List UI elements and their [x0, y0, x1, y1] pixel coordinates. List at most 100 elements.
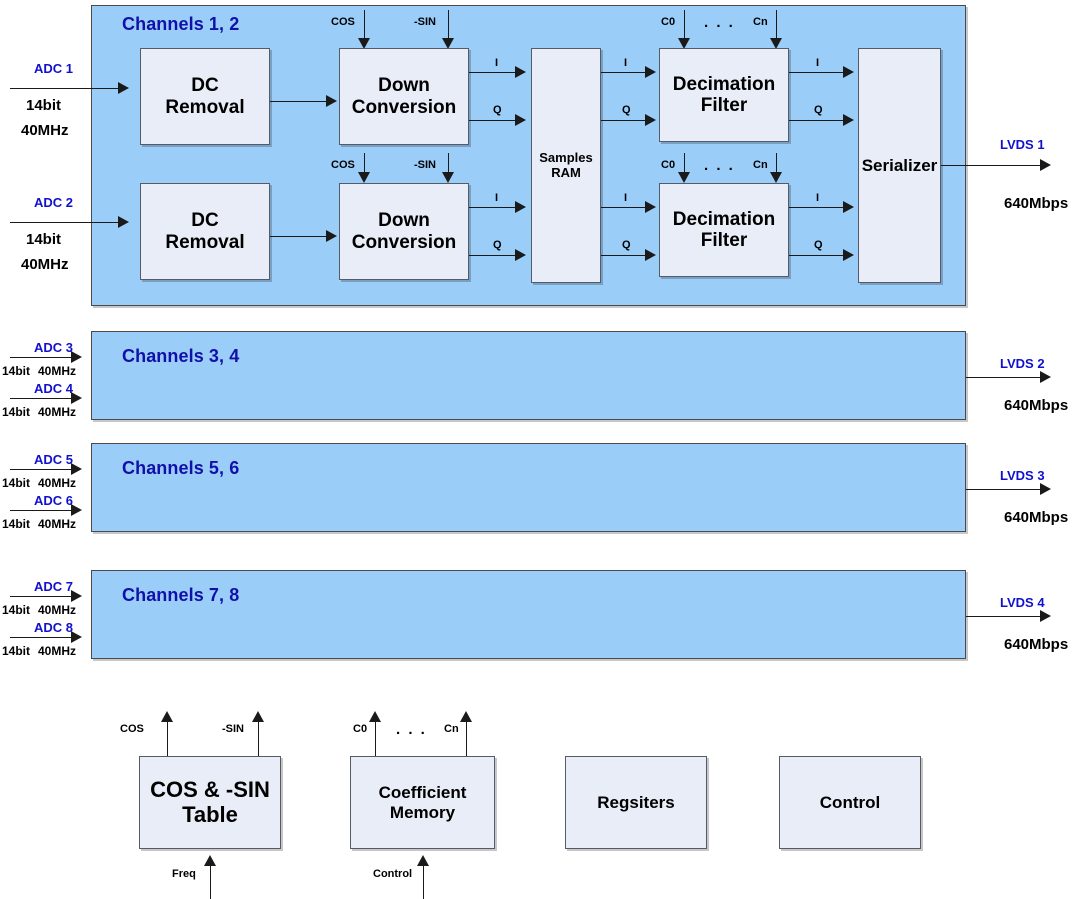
dconv-ch2-q-arrow-icon [515, 249, 526, 261]
adc-3-input-line [10, 357, 73, 358]
dc-removal-ch2-line2: Removal [165, 231, 245, 253]
port-label-adc-6: ADC 6 [34, 493, 74, 508]
coefficient-memory-line2: Memory [389, 802, 456, 822]
signal-label-dots-ch1: . . . [704, 14, 735, 31]
nsin-table-out-line [258, 722, 259, 756]
c0-ch2-arrow-icon [678, 172, 690, 183]
block-dc-removal-ch1: DC Removal [140, 48, 270, 145]
signal-label-c0-ch2: C0 [661, 159, 676, 171]
block-registers: Regsiters [565, 756, 707, 849]
group-title-channels-1-2: Channels 1, 2 [122, 14, 240, 34]
adc-4-rate-label: 40MHz [38, 405, 77, 419]
signal-label-i-dec-ch2-out: I [816, 192, 820, 204]
port-label-adc-4: ADC 4 [34, 381, 74, 396]
signal-label-q-dconv-ch1: Q [493, 104, 502, 116]
ram-to-dec-ch1-q-line [601, 120, 647, 121]
lvds-3-output-arrow-icon [1040, 483, 1051, 495]
adc-1-width-label: 14bit [26, 97, 62, 114]
adc-1-input-arrow-icon [118, 82, 129, 94]
cos-sin-table-line1: COS & -SIN [150, 776, 270, 802]
nsin-ch2-arrow-icon [442, 172, 454, 183]
adc-6-width-label: 14bit [2, 517, 31, 531]
samples-ram-line2: RAM [551, 164, 581, 180]
adc-3-input-arrow-icon [71, 351, 82, 363]
nsin-table-out-arrow-icon [252, 711, 264, 722]
lvds-1-output-arrow-icon [1040, 159, 1051, 171]
dc-removal-ch2-line1: DC [191, 210, 219, 232]
adc-8-input-arrow-icon [71, 631, 82, 643]
lvds-3-rate-label: 640Mbps [1004, 509, 1069, 526]
adc-6-input-line [10, 510, 73, 511]
group-box-channels-3-4 [91, 331, 966, 420]
down-conversion-ch1-line1: Down [378, 75, 430, 97]
dec-ch1-q-to-ser-arrow-icon [843, 114, 854, 126]
cn-coef-out-arrow-icon [460, 711, 472, 722]
signal-label-q-dec-ch2-out: Q [814, 239, 823, 251]
adc-7-input-line [10, 596, 73, 597]
adc-2-input-arrow-icon [118, 216, 129, 228]
down-conversion-ch2-line2: Conversion [351, 231, 457, 253]
signal-label-freq: Freq [172, 868, 196, 880]
adc-8-rate-label: 40MHz [38, 644, 77, 658]
signal-label-cn-coef-out: Cn [444, 723, 459, 735]
ram-to-dec-ch2-q-line [601, 255, 647, 256]
adc-8-width-label: 14bit [2, 644, 31, 658]
lvds-2-output-arrow-icon [1040, 371, 1051, 383]
adc-1-rate-label: 40MHz [21, 122, 69, 139]
port-label-adc-3: ADC 3 [34, 340, 74, 355]
control-label: Control [819, 792, 881, 812]
dec-ch1-i-to-ser-arrow-icon [843, 66, 854, 78]
adc-4-width-label: 14bit [2, 405, 31, 419]
decimation-filter-ch1-line1: Decimation [672, 73, 776, 95]
dconv-ch1-q-arrow-icon [515, 114, 526, 126]
signal-label-cn-ch2: Cn [753, 159, 768, 171]
lvds-2-output-line [966, 377, 1041, 378]
group-title-channels-7-8: Channels 7, 8 [122, 585, 240, 605]
group-box-channels-5-6 [91, 443, 966, 532]
registers-label: Regsiters [597, 792, 675, 812]
cos-table-out-line [167, 722, 168, 756]
signal-label-c0-ch1: C0 [661, 16, 676, 28]
cn-coef-out-line [466, 722, 467, 756]
coefficient-memory-line1: Coefficient [378, 783, 467, 803]
signal-label-q-ram-ch1: Q [622, 104, 631, 116]
block-cos-sin-table: COS & -SIN Table [139, 756, 281, 849]
control-input-line [423, 866, 424, 899]
port-label-adc-2: ADC 2 [34, 195, 74, 210]
signal-label-i-ram-ch1: I [624, 57, 628, 69]
block-down-conversion-ch2: Down Conversion [339, 183, 469, 280]
serializer-label: Serializer [861, 155, 938, 175]
signal-label-q-dec-ch1-out: Q [814, 104, 823, 116]
signal-label-c0-coef-out: C0 [353, 723, 368, 735]
dc-removal-ch1-line1: DC [191, 75, 219, 97]
lvds-4-rate-label: 640Mbps [1004, 636, 1069, 653]
ram-to-dec-ch2-q-arrow-icon [645, 249, 656, 261]
down-conversion-ch1-line2: Conversion [351, 96, 457, 118]
group-title-channels-5-6: Channels 5, 6 [122, 458, 240, 478]
block-decimation-filter-ch1: Decimation Filter [659, 48, 789, 142]
c0-coef-out-line [375, 722, 376, 756]
cos-sin-table-line2: Table [182, 801, 238, 827]
adc-1-input-line [10, 88, 120, 89]
adc-5-rate-label: 40MHz [38, 476, 77, 490]
lvds-2-rate-label: 640Mbps [1004, 397, 1069, 414]
dconv-ch2-i-arrow-icon [515, 201, 526, 213]
signal-label-i-ram-ch2: I [624, 192, 628, 204]
cos-ch1-line [364, 10, 365, 40]
lvds-1-rate-label: 640Mbps [1004, 195, 1069, 212]
signal-label-nsin-table-out: -SIN [222, 723, 244, 735]
signal-label-i-dconv-ch2: I [495, 192, 499, 204]
cos-ch2-arrow-icon [358, 172, 370, 183]
signal-label-cos-table-out: COS [120, 723, 144, 735]
adc-5-width-label: 14bit [2, 476, 31, 490]
signal-label-cos-ch1: COS [331, 16, 355, 28]
group-title-channels-3-4: Channels 3, 4 [122, 346, 240, 366]
group-box-channels-7-8 [91, 570, 966, 659]
control-input-arrow-icon [417, 855, 429, 866]
adc-2-input-line [10, 222, 120, 223]
cos-table-out-arrow-icon [161, 711, 173, 722]
dec-ch2-i-to-ser-arrow-icon [843, 201, 854, 213]
down-conversion-ch2-line1: Down [378, 210, 430, 232]
signal-label-dots-ch2: . . . [704, 157, 735, 174]
decimation-filter-ch1-line2: Filter [700, 95, 748, 116]
